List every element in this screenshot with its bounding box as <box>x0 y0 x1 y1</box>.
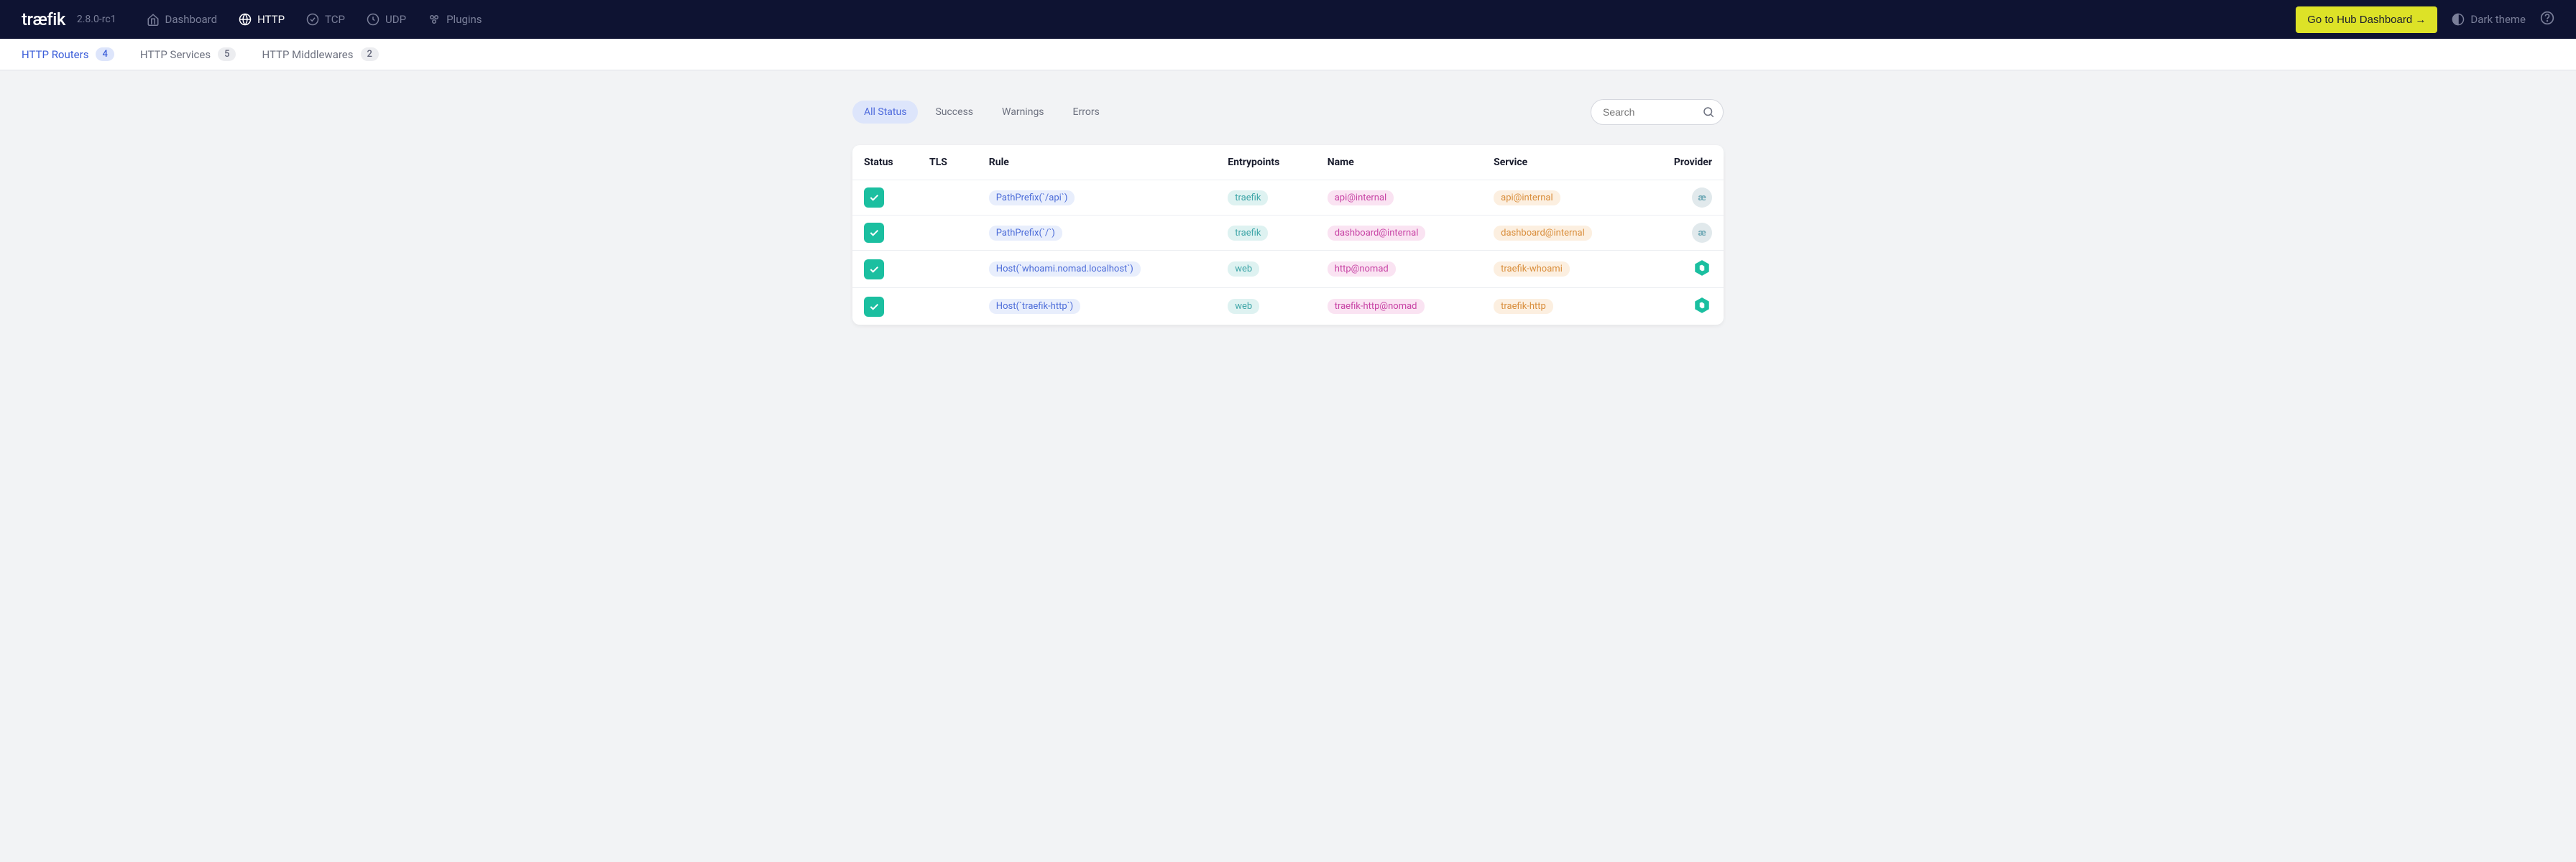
entrypoint-chip: web <box>1228 299 1259 314</box>
provider-nomad-icon <box>1692 258 1712 278</box>
plugins-icon <box>428 13 441 26</box>
nav-label: Plugins <box>446 13 482 26</box>
provider-nomad-icon <box>1692 295 1712 315</box>
svg-text:æ: æ <box>1698 228 1706 238</box>
col-provider[interactable]: Provider <box>1665 145 1724 180</box>
search-icon <box>1702 106 1715 119</box>
home-icon <box>147 13 160 26</box>
count-badge: 2 <box>361 47 379 61</box>
globe-icon <box>239 13 252 26</box>
logo: træfik <box>22 9 65 29</box>
col-rule[interactable]: Rule <box>980 145 1219 180</box>
col-status[interactable]: Status <box>852 145 921 180</box>
nav-label: Dashboard <box>165 13 218 26</box>
nav-label: HTTP <box>257 13 285 26</box>
nav-label: TCP <box>325 13 345 26</box>
routers-table: Status TLS Rule Entrypoints Name Service… <box>852 145 1724 325</box>
table-row[interactable]: Host(`traefik-http`) web traefik-http@noma… <box>852 288 1724 325</box>
entrypoint-chip: traefik <box>1228 190 1268 205</box>
table-row[interactable]: PathPrefix(`/api`) traefik api@internal api… <box>852 180 1724 216</box>
subnav: HTTP Routers 4 HTTP Services 5 HTTP Midd… <box>0 39 2576 70</box>
help-icon <box>2540 11 2554 25</box>
contrast-icon <box>2452 13 2465 26</box>
col-service[interactable]: Service <box>1485 145 1665 180</box>
nav-udp[interactable]: UDP <box>358 9 415 30</box>
nav-tcp[interactable]: TCP <box>298 9 354 30</box>
provider-internal-icon: æ <box>1692 223 1712 243</box>
subnav-middlewares[interactable]: HTTP Middlewares 2 <box>262 47 378 61</box>
subnav-label: HTTP Services <box>140 48 211 61</box>
rule-chip: Host(`whoami.nomad.localhost`) <box>989 261 1141 277</box>
nav-plugins[interactable]: Plugins <box>419 9 490 30</box>
routers-table-card: Status TLS Rule Entrypoints Name Service… <box>852 145 1724 325</box>
entrypoint-chip: web <box>1228 261 1259 277</box>
status-filters: All Status Success Warnings Errors <box>852 101 1111 124</box>
col-name[interactable]: Name <box>1319 145 1485 180</box>
filters-row: All Status Success Warnings Errors <box>852 99 1724 125</box>
subnav-services[interactable]: HTTP Services 5 <box>140 47 236 61</box>
filter-errors[interactable]: Errors <box>1062 101 1111 124</box>
name-chip: api@internal <box>1328 190 1394 205</box>
entrypoint-chip: traefik <box>1228 226 1268 241</box>
theme-toggle[interactable]: Dark theme <box>2452 13 2526 26</box>
service-chip: dashboard@internal <box>1494 226 1592 241</box>
udp-icon <box>367 13 380 26</box>
name-chip: traefik-http@nomad <box>1328 299 1425 314</box>
subnav-routers[interactable]: HTTP Routers 4 <box>22 47 114 61</box>
rule-chip: PathPrefix(`/`) <box>989 226 1062 241</box>
status-success-icon <box>864 223 884 243</box>
status-success-icon <box>864 187 884 208</box>
tcp-icon <box>306 13 319 26</box>
rule-chip: PathPrefix(`/api`) <box>989 190 1075 205</box>
topbar: træfik 2.8.0-rc1 Dashboard HTTP TCP UDP … <box>0 0 2576 39</box>
filter-all-status[interactable]: All Status <box>852 101 918 124</box>
rule-chip: Host(`traefik-http`) <box>989 299 1080 314</box>
name-chip: dashboard@internal <box>1328 226 1426 241</box>
hub-dashboard-button[interactable]: Go to Hub Dashboard → <box>2296 6 2437 33</box>
help-button[interactable] <box>2540 11 2554 28</box>
count-badge: 4 <box>96 47 114 61</box>
table-row[interactable]: Host(`whoami.nomad.localhost`) web http@no… <box>852 251 1724 288</box>
subnav-label: HTTP Middlewares <box>262 48 353 61</box>
theme-label: Dark theme <box>2470 13 2526 26</box>
nav-dashboard[interactable]: Dashboard <box>138 9 226 30</box>
service-chip: api@internal <box>1494 190 1560 205</box>
version-label: 2.8.0-rc1 <box>77 14 116 25</box>
count-badge: 5 <box>218 47 236 61</box>
tls-cell <box>921 288 980 325</box>
tls-cell <box>921 216 980 251</box>
filter-success[interactable]: Success <box>924 101 985 124</box>
topbar-right: Go to Hub Dashboard → Dark theme <box>2296 6 2554 33</box>
col-tls[interactable]: TLS <box>921 145 980 180</box>
table-row[interactable]: PathPrefix(`/`) traefik dashboard@internal… <box>852 216 1724 251</box>
subnav-label: HTTP Routers <box>22 48 88 61</box>
service-chip: traefik-http <box>1494 299 1553 314</box>
svg-text:æ: æ <box>1698 193 1706 203</box>
nav-http[interactable]: HTTP <box>230 9 293 30</box>
col-entrypoints[interactable]: Entrypoints <box>1219 145 1318 180</box>
search-box <box>1591 99 1724 125</box>
filter-warnings[interactable]: Warnings <box>990 101 1056 124</box>
status-success-icon <box>864 297 884 317</box>
main-nav: Dashboard HTTP TCP UDP Plugins <box>138 9 491 30</box>
name-chip: http@nomad <box>1328 261 1396 277</box>
status-success-icon <box>864 259 884 279</box>
content: All Status Success Warnings Errors Statu… <box>841 70 1735 346</box>
service-chip: traefik-whoami <box>1494 261 1570 277</box>
provider-internal-icon: æ <box>1692 187 1712 208</box>
tls-cell <box>921 180 980 216</box>
tls-cell <box>921 251 980 288</box>
nav-label: UDP <box>385 13 406 26</box>
